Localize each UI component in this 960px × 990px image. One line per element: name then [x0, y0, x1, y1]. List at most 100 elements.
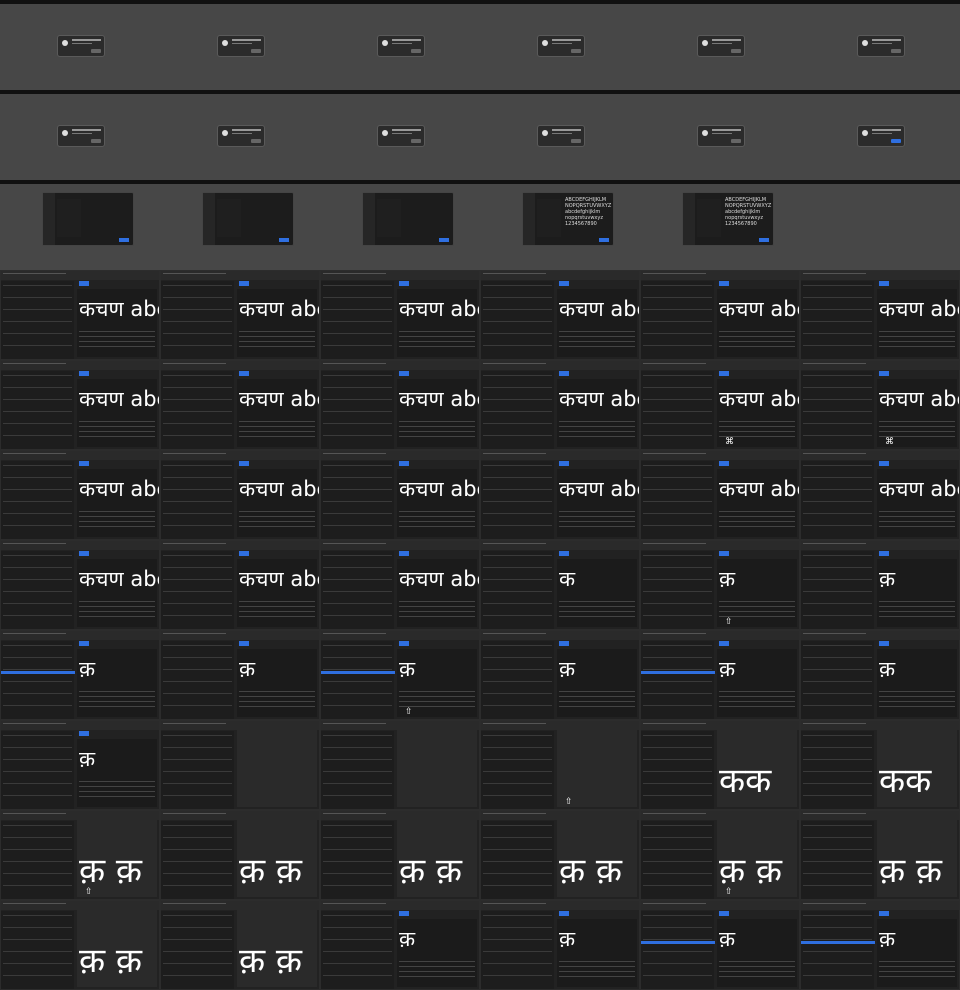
active-tab[interactable]	[879, 911, 889, 916]
sidebar-row[interactable]	[163, 345, 232, 346]
sidebar-row[interactable]	[3, 759, 72, 760]
sidebar-row[interactable]	[3, 771, 72, 772]
active-tab[interactable]	[719, 911, 729, 916]
sidebar-row[interactable]	[3, 285, 72, 286]
sidebar-row[interactable]	[163, 849, 232, 850]
sidebar-row[interactable]	[643, 747, 712, 748]
sidebar-row[interactable]	[3, 747, 72, 748]
sidebar-row[interactable]	[483, 297, 552, 298]
sidebar-row[interactable]	[3, 939, 72, 940]
sidebar-row[interactable]	[323, 375, 392, 376]
sidebar-row[interactable]	[643, 333, 712, 334]
sidebar-row[interactable]	[3, 873, 72, 874]
sidebar-row[interactable]	[323, 567, 392, 568]
sidebar-row[interactable]	[803, 477, 872, 478]
active-tab[interactable]	[239, 461, 249, 466]
sidebar-row[interactable]	[803, 387, 872, 388]
sidebar-row[interactable]	[3, 423, 72, 424]
sidebar-row[interactable]	[323, 915, 392, 916]
sidebar-row[interactable]	[483, 579, 552, 580]
sidebar-row[interactable]	[803, 759, 872, 760]
sidebar-row[interactable]	[803, 927, 872, 928]
sidebar-row[interactable]	[803, 525, 872, 526]
sidebar-row[interactable]	[483, 321, 552, 322]
sidebar-row[interactable]	[483, 783, 552, 784]
sidebar-row[interactable]	[323, 939, 392, 940]
font-list[interactable]	[537, 199, 561, 237]
sidebar-row[interactable]	[323, 489, 392, 490]
sidebar-row[interactable]	[163, 873, 232, 874]
sidebar-row[interactable]	[3, 465, 72, 466]
sidebar-row[interactable]	[3, 669, 72, 670]
sidebar-row[interactable]	[483, 399, 552, 400]
sidebar-row[interactable]	[643, 579, 712, 580]
active-tab[interactable]	[559, 461, 569, 466]
sidebar-row[interactable]	[803, 951, 872, 952]
sidebar-row[interactable]	[163, 297, 232, 298]
sidebar-row[interactable]	[323, 747, 392, 748]
sidebar-row[interactable]	[483, 693, 552, 694]
sidebar-row[interactable]	[483, 669, 552, 670]
sidebar-row[interactable]	[3, 825, 72, 826]
sidebar-row[interactable]	[483, 615, 552, 616]
sidebar-row[interactable]	[483, 681, 552, 682]
sidebar-row[interactable]	[163, 705, 232, 706]
sidebar-row[interactable]	[643, 885, 712, 886]
sidebar-row[interactable]	[3, 345, 72, 346]
sidebar-row[interactable]	[323, 345, 392, 346]
sidebar-row[interactable]	[3, 501, 72, 502]
dialog-button[interactable]	[91, 139, 101, 143]
sidebar-row[interactable]	[803, 657, 872, 658]
sidebar-row[interactable]	[163, 645, 232, 646]
sidebar-row[interactable]	[803, 669, 872, 670]
sidebar-row[interactable]	[803, 975, 872, 976]
active-tab[interactable]	[239, 371, 249, 376]
sidebar-row[interactable]	[803, 423, 872, 424]
active-tab[interactable]	[879, 371, 889, 376]
sidebar-row[interactable]	[483, 705, 552, 706]
sidebar-row[interactable]	[483, 591, 552, 592]
sidebar-row[interactable]	[323, 297, 392, 298]
sidebar-row[interactable]	[323, 591, 392, 592]
sidebar-row[interactable]	[163, 603, 232, 604]
sidebar-row[interactable]	[163, 435, 232, 436]
sidebar-row[interactable]	[163, 795, 232, 796]
sidebar-row[interactable]	[483, 885, 552, 886]
sidebar-row[interactable]	[323, 309, 392, 310]
ok-button[interactable]	[439, 238, 449, 242]
sidebar-row[interactable]	[323, 603, 392, 604]
sidebar-row[interactable]	[163, 693, 232, 694]
sidebar-row[interactable]	[323, 285, 392, 286]
sidebar-row[interactable]	[163, 567, 232, 568]
sidebar-row[interactable]	[163, 939, 232, 940]
sidebar-row[interactable]	[803, 435, 872, 436]
ok-button[interactable]	[599, 238, 609, 242]
sidebar-row[interactable]	[643, 375, 712, 376]
active-tab[interactable]	[399, 911, 409, 916]
sidebar-row[interactable]	[323, 411, 392, 412]
sidebar-row[interactable]	[803, 915, 872, 916]
sidebar-row[interactable]	[483, 285, 552, 286]
sidebar-row[interactable]	[3, 489, 72, 490]
selection-highlight[interactable]	[1, 671, 75, 674]
sidebar-row[interactable]	[643, 837, 712, 838]
sidebar-row[interactable]	[643, 285, 712, 286]
sidebar-row[interactable]	[483, 927, 552, 928]
sidebar-row[interactable]	[643, 861, 712, 862]
dialog-button[interactable]	[411, 49, 421, 53]
sidebar-row[interactable]	[643, 963, 712, 964]
sidebar-row[interactable]	[803, 735, 872, 736]
sidebar-row[interactable]	[163, 555, 232, 556]
sidebar-row[interactable]	[323, 321, 392, 322]
active-tab[interactable]	[79, 641, 89, 646]
sidebar-row[interactable]	[163, 411, 232, 412]
selection-highlight[interactable]	[641, 941, 715, 944]
sidebar-row[interactable]	[163, 657, 232, 658]
sidebar-row[interactable]	[163, 423, 232, 424]
sidebar-row[interactable]	[3, 861, 72, 862]
sidebar-row[interactable]	[803, 939, 872, 940]
sidebar-row[interactable]	[643, 399, 712, 400]
sidebar-row[interactable]	[483, 645, 552, 646]
sidebar-row[interactable]	[483, 735, 552, 736]
sidebar-row[interactable]	[3, 525, 72, 526]
